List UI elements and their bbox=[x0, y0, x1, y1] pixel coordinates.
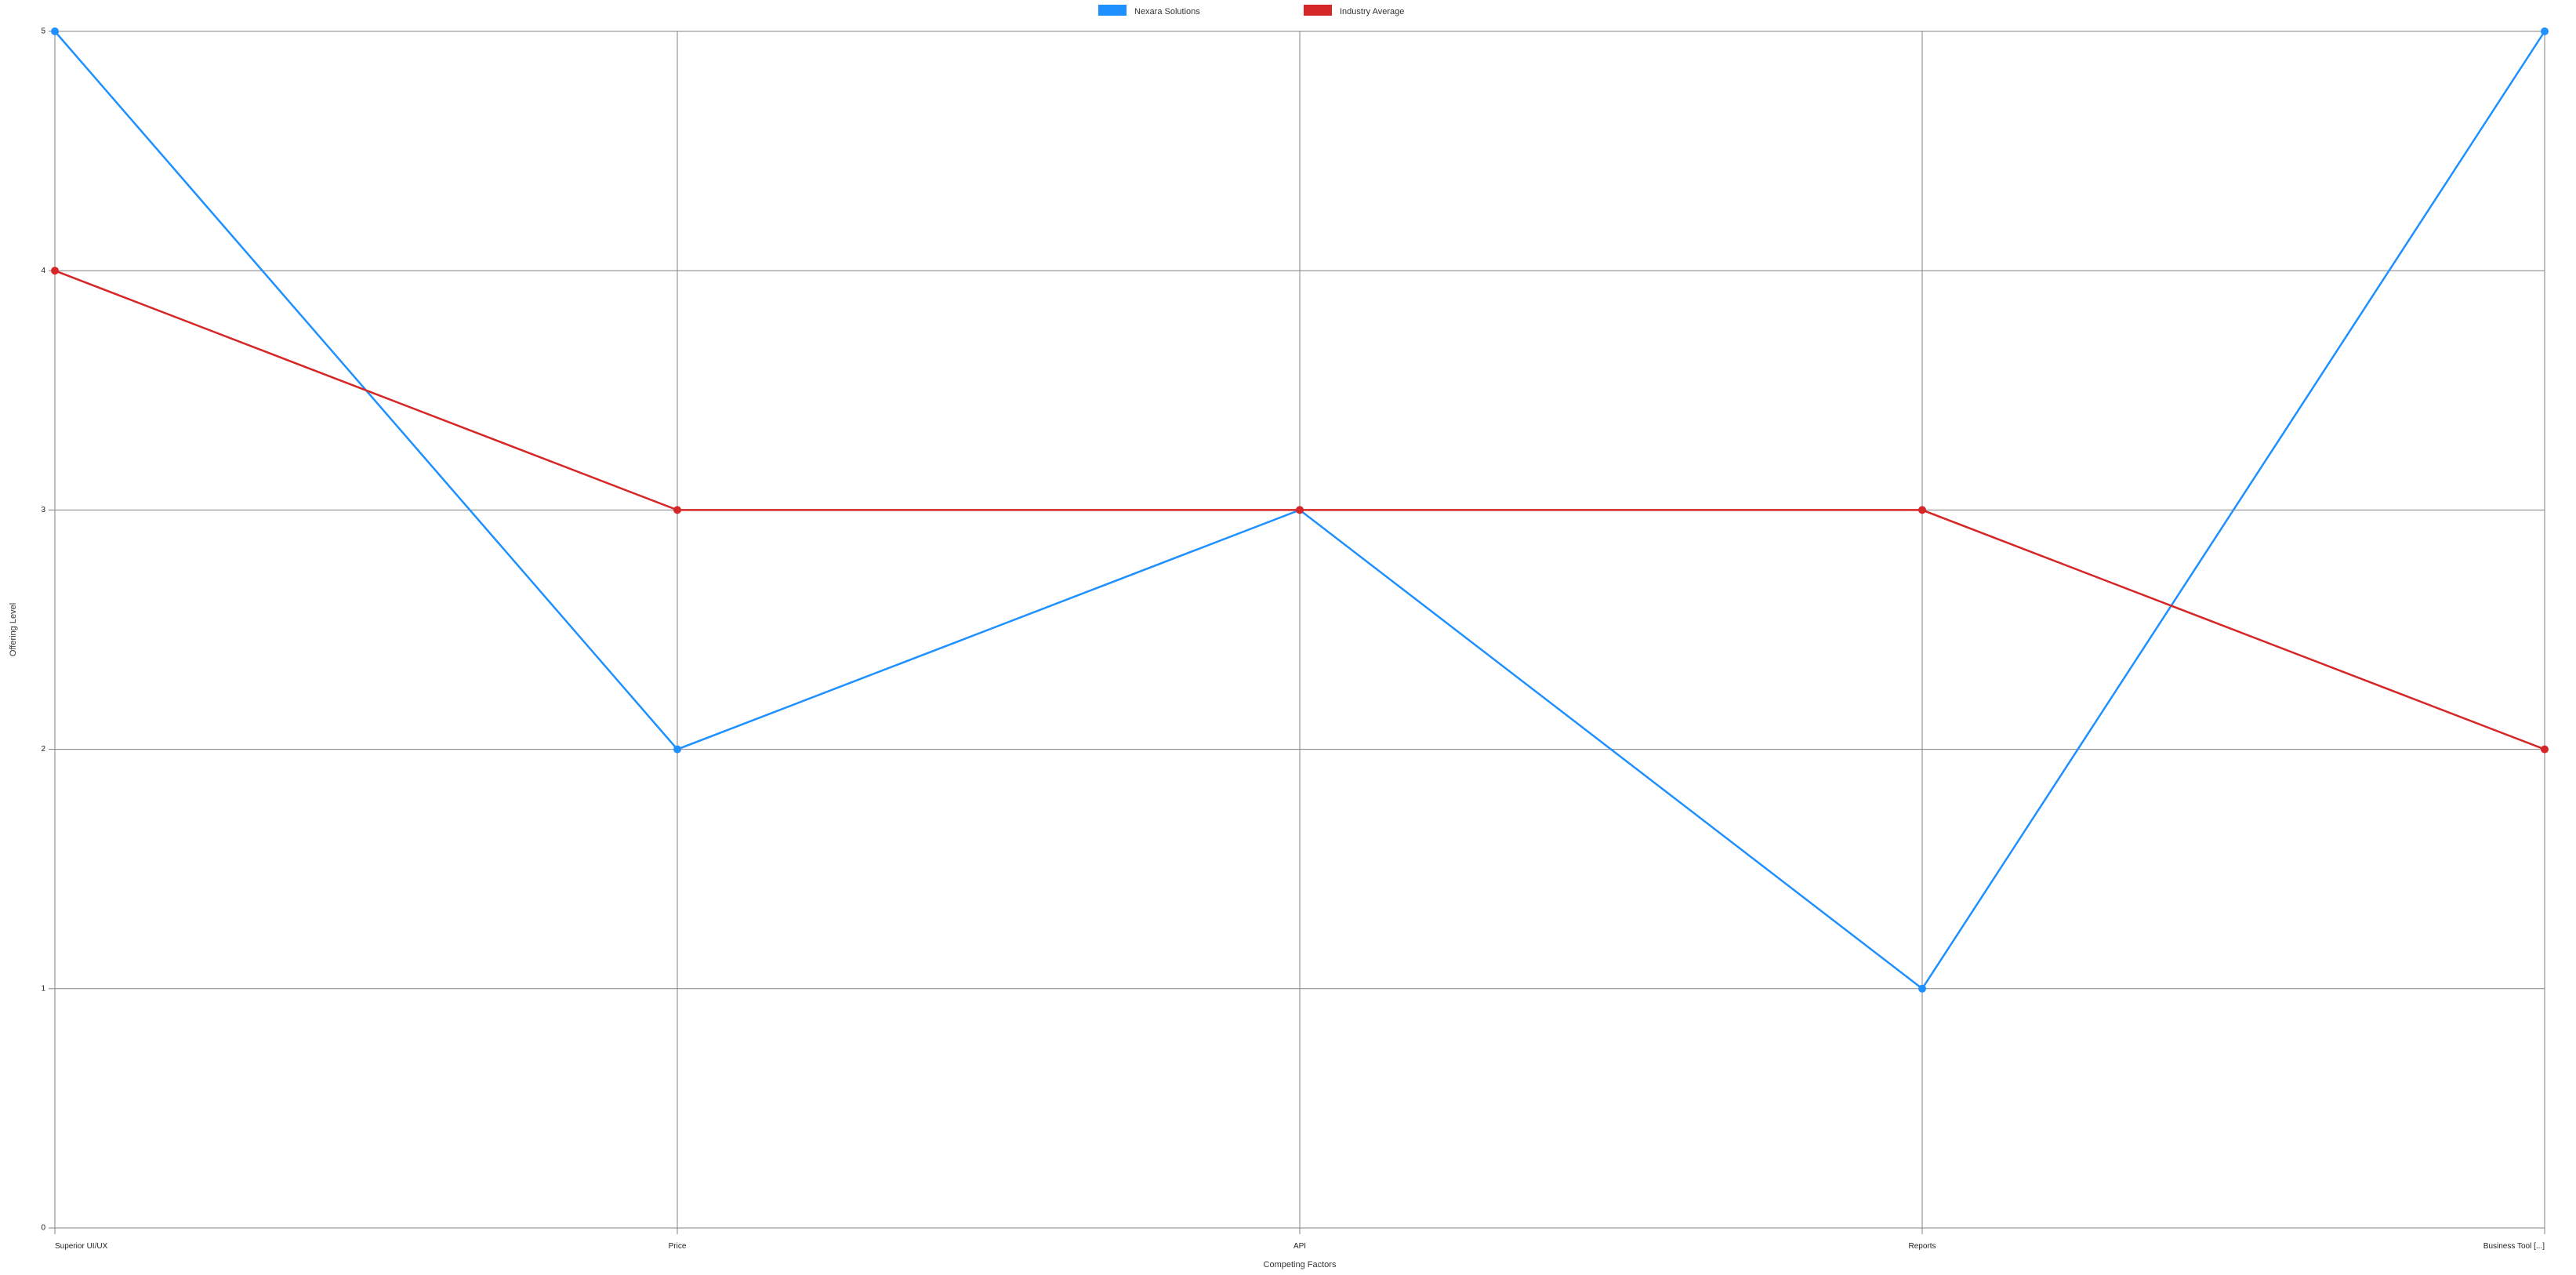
series-point bbox=[51, 27, 59, 35]
x-tick-label: Price bbox=[669, 1242, 687, 1251]
legend-swatch bbox=[1304, 5, 1332, 16]
series-point bbox=[51, 267, 59, 274]
series-point bbox=[2541, 27, 2549, 35]
x-tick-label: Superior UI/UX bbox=[55, 1242, 108, 1251]
legend: Nexara Solutions Industry Average bbox=[1098, 5, 1404, 16]
series-point bbox=[2541, 746, 2549, 754]
y-tick-label: 3 bbox=[41, 506, 45, 514]
series-point bbox=[1918, 506, 1926, 514]
series-point bbox=[673, 506, 681, 514]
x-tick-label: Business Tool [...] bbox=[2483, 1242, 2545, 1251]
x-tick-label: API bbox=[1293, 1242, 1306, 1251]
legend-swatch bbox=[1098, 5, 1127, 16]
y-tick-label: 0 bbox=[41, 1224, 45, 1233]
axes: 0 1 2 3 4 5 Superior UI/UX Price API Reports Busin… bbox=[41, 27, 2545, 1251]
legend-label: Industry Average bbox=[1340, 7, 1404, 16]
series-point bbox=[1918, 985, 1926, 993]
x-tick-label: Reports bbox=[1908, 1242, 1936, 1251]
y-tick-label: 5 bbox=[41, 27, 45, 36]
series-point bbox=[673, 746, 681, 754]
grid bbox=[55, 31, 2545, 1228]
series-point bbox=[1296, 506, 1304, 514]
y-tick-label: 4 bbox=[41, 267, 45, 275]
x-axis-title: Competing Factors bbox=[1264, 1260, 1337, 1270]
chart-container: 0 1 2 3 4 5 Superior UI/UX Price API Reports Busin… bbox=[0, 0, 2576, 1275]
legend-label: Nexara Solutions bbox=[1134, 7, 1200, 16]
y-tick-label: 1 bbox=[41, 984, 45, 993]
y-axis-title: Offering Level bbox=[9, 603, 18, 656]
line-chart: 0 1 2 3 4 5 Superior UI/UX Price API Reports Busin… bbox=[0, 0, 2576, 1275]
y-tick-label: 2 bbox=[41, 745, 45, 754]
